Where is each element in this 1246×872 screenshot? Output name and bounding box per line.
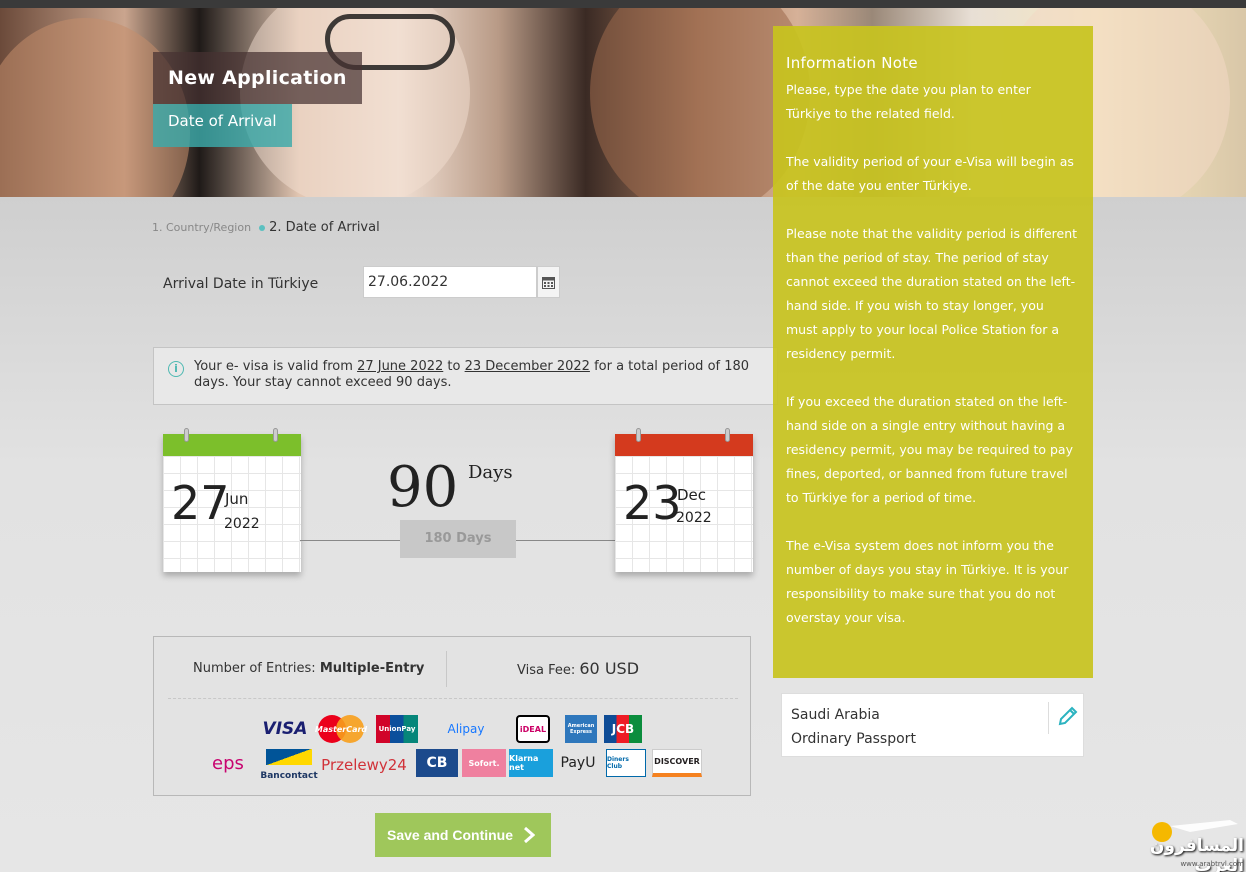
pencil-icon xyxy=(1058,706,1078,726)
validity-prefix: Your e- visa is valid from xyxy=(194,359,353,374)
knet-logo: Klarna net xyxy=(509,749,553,777)
note-paragraph: The validity period of your e-Visa will … xyxy=(786,154,1074,193)
start-day: 27 xyxy=(171,476,230,530)
end-day: 23 xyxy=(623,476,682,530)
start-year: 2022 xyxy=(224,516,260,532)
passport-separator xyxy=(1048,702,1049,734)
validity-days-badge: 180 Days xyxy=(400,520,516,558)
arrival-date-label: Arrival Date in Türkiye xyxy=(163,276,319,292)
breadcrumb: 1. Country/Region 2. Date of Arrival xyxy=(152,220,380,235)
save-button-label: Save and Continue xyxy=(387,827,514,843)
info-icon: i xyxy=(168,361,184,377)
page-subtitle: Date of Arrival xyxy=(153,104,292,147)
step-date-of-arrival-label: 2. Date of Arrival xyxy=(269,220,380,235)
top-bar xyxy=(0,0,1246,8)
calendar-ring xyxy=(636,428,641,442)
start-month: Jun xyxy=(225,490,249,508)
cb-logo: CB xyxy=(416,749,458,777)
watermark-logo: المسافرون العرب www.arabtrvl.com xyxy=(1130,812,1246,872)
step-country-region[interactable]: 1. Country/Region xyxy=(152,221,251,234)
entries-value: Multiple-Entry xyxy=(319,661,425,676)
mastercard-logo: MasterCard xyxy=(314,714,368,744)
entries-label: Number of Entries: xyxy=(193,661,316,676)
page-title: New Application xyxy=(153,52,362,104)
mastercard-label: MasterCard xyxy=(314,724,368,734)
calendar-ring xyxy=(184,428,189,442)
validity-info-bar: i Your e- visa is valid from 27 June 202… xyxy=(153,347,778,405)
save-and-continue-button[interactable]: Save and Continue xyxy=(375,813,551,857)
validity-end-date: 23 December 2022 xyxy=(464,359,590,374)
fee-value: 60 USD xyxy=(579,659,640,678)
step-date-of-arrival: 2. Date of Arrival xyxy=(259,220,380,235)
alipay-logo: Alipay xyxy=(447,722,485,736)
timeline-line-left xyxy=(300,540,400,541)
watermark-url: www.arabtrvl.com xyxy=(1180,860,1244,868)
calendar-ring xyxy=(273,428,278,442)
passport-type: Ordinary Passport xyxy=(791,731,916,747)
information-note-panel: Information Note Please, type the date y… xyxy=(773,26,1093,678)
sofort-logo: Sofort. xyxy=(462,749,506,777)
unionpay-logo: UnionPay xyxy=(376,715,418,743)
stay-days-unit: Days xyxy=(468,462,513,483)
note-paragraph: The e-Visa system does not inform you th… xyxy=(786,538,1069,625)
stay-days-number: 90 xyxy=(387,455,459,520)
bancontact-label: Bancontact xyxy=(260,771,318,781)
fee-separator xyxy=(446,651,447,687)
calendar-icon xyxy=(542,276,555,289)
edit-passport-button[interactable] xyxy=(1057,705,1079,735)
calendar-button[interactable] xyxy=(537,266,560,298)
calendar-ring xyxy=(725,428,730,442)
end-date-calendar: 23 Dec 2022 xyxy=(615,428,753,572)
discover-logo: DISCOVER xyxy=(652,749,702,777)
note-paragraph: If you exceed the duration stated on the… xyxy=(786,394,1073,505)
active-step-dot xyxy=(259,225,266,231)
przelewy24-logo: Przelewy24 xyxy=(321,756,407,774)
eps-logo: eps xyxy=(212,752,244,774)
fee-info: Visa Fee: 60 USD xyxy=(517,659,639,678)
visa-logo: VISA xyxy=(262,719,308,739)
payu-logo: PayU xyxy=(560,755,596,771)
note-paragraph: Please, type the date you plan to enter … xyxy=(786,82,1031,121)
ideal-logo: iDEAL xyxy=(516,715,550,743)
validity-to-word: to xyxy=(447,359,461,374)
entries-info: Number of Entries: Multiple-Entry xyxy=(193,661,424,676)
note-paragraph: Please note that the validity period is … xyxy=(786,226,1078,361)
visa-fee-box: Number of Entries: Multiple-Entry Visa F… xyxy=(153,636,751,796)
bancontact-logo: Bancontact xyxy=(260,747,318,781)
arrival-date-input[interactable]: 27.06.2022 xyxy=(363,266,537,298)
validity-start-date: 27 June 2022 xyxy=(357,359,444,374)
note-title: Information Note xyxy=(786,54,918,72)
jcb-logo: JCB xyxy=(604,715,642,743)
end-year: 2022 xyxy=(676,510,712,526)
diners-club-logo: Diners Club xyxy=(606,749,646,777)
passport-summary: Saudi Arabia Ordinary Passport xyxy=(781,693,1084,757)
american-express-logo: American Express xyxy=(565,715,597,743)
end-month: Dec xyxy=(677,486,707,504)
start-date-calendar: 27 Jun 2022 xyxy=(163,428,301,572)
passport-country: Saudi Arabia xyxy=(791,707,880,723)
chevron-right-icon xyxy=(524,827,536,843)
timeline-line-right xyxy=(516,540,616,541)
fee-label: Visa Fee: xyxy=(517,663,576,678)
fee-divider xyxy=(168,698,738,699)
